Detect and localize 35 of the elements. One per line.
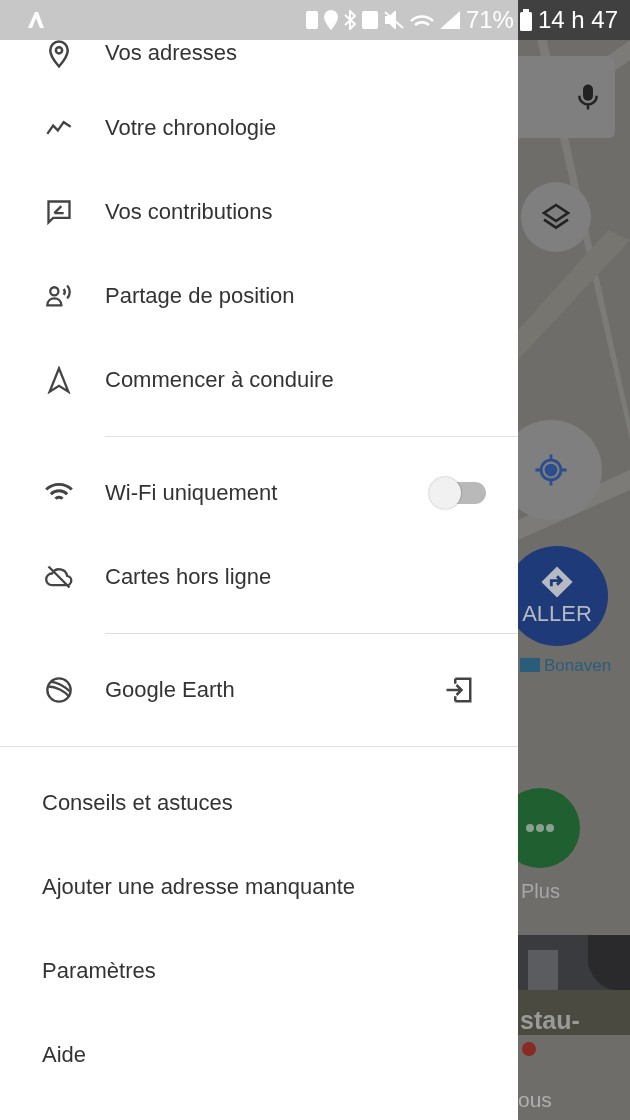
mute-icon — [383, 11, 404, 29]
menu-item[interactable]: Conseils et astuces — [0, 761, 518, 845]
menu-label: Cartes hors ligne — [105, 564, 273, 590]
menu-item[interactable]: Wi-Fi uniquement — [0, 451, 518, 535]
location-icon — [323, 10, 338, 30]
earth-icon — [45, 676, 73, 704]
toggle-switch[interactable] — [428, 476, 488, 510]
menu-label: Google Earth — [105, 677, 236, 703]
menu-item[interactable]: Paramètres — [0, 929, 518, 1013]
menu-item[interactable]: Aide — [0, 1013, 518, 1097]
menu-item[interactable]: Ajouter une adresse manquante — [0, 845, 518, 929]
offline-icon — [45, 563, 73, 591]
menu-item[interactable]: Cartes hors ligne — [0, 535, 518, 619]
menu-item[interactable]: Google Earth — [0, 648, 518, 732]
battery-percent: 71% — [465, 6, 514, 34]
menu-label: Votre chronologie — [105, 115, 278, 141]
menu-item[interactable]: Partage de position — [0, 254, 518, 338]
nav-icon — [45, 366, 73, 394]
menu-item[interactable]: Vos contributions — [0, 170, 518, 254]
contrib-icon — [45, 198, 73, 226]
app-logo-icon — [26, 12, 46, 28]
menu-item[interactable]: Vos adresses — [0, 40, 518, 86]
menu-item[interactable]: Commencer à conduire — [0, 338, 518, 422]
menu-label: Vos contributions — [105, 199, 274, 225]
menu-item[interactable]: Votre chronologie — [0, 86, 518, 170]
menu-label: Wi-Fi uniquement — [105, 480, 279, 506]
wifi-signal-icon — [409, 14, 434, 26]
menu-label: Partage de position — [105, 283, 296, 309]
bluetooth-icon — [343, 10, 356, 30]
pin-icon — [49, 40, 69, 68]
share-icon — [45, 282, 73, 310]
cell-signal-icon — [439, 11, 460, 29]
menu-label: Commencer à conduire — [105, 367, 335, 393]
menu-label: Vos adresses — [105, 40, 239, 66]
open-external-icon[interactable] — [444, 675, 474, 705]
